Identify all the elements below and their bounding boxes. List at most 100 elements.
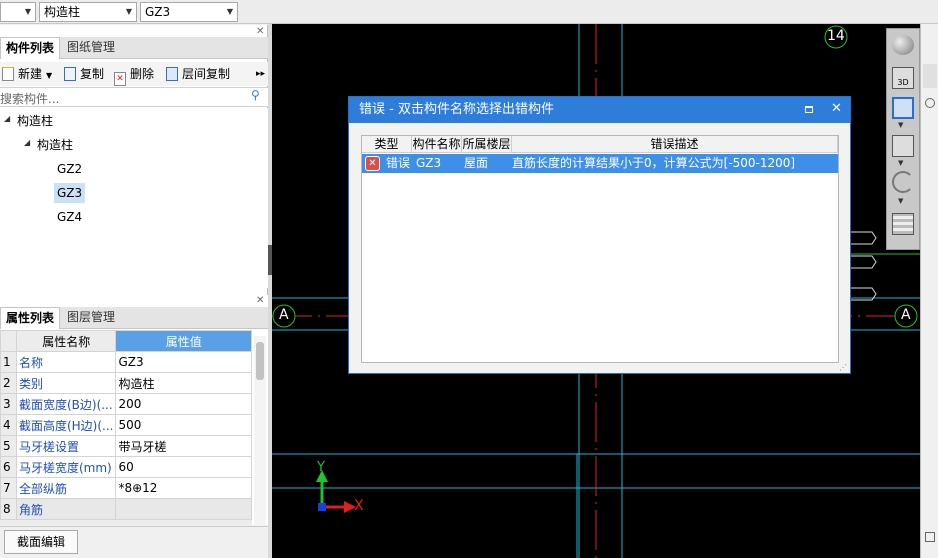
row-number: 3	[0, 393, 17, 415]
property-name: 马牙槎设置	[15, 435, 117, 457]
layer-view-icon[interactable]	[892, 213, 914, 235]
chevron-down-icon[interactable]: ▼	[898, 121, 903, 129]
view-toolstrip: 3D ▼ ▼ ▼	[886, 28, 920, 250]
error-dialog: 错误 - 双击构件名称选择出错构件 ✕ 类型 构件名称 所属楼层 错误描述 ✕ …	[348, 96, 851, 374]
property-panel-tabs: 属性列表 图层管理	[0, 307, 268, 329]
ucs-y-label: Y	[317, 460, 325, 475]
property-value[interactable]: 60	[115, 456, 252, 478]
row-number-header	[0, 330, 17, 352]
property-value[interactable]: 带马牙槎	[115, 435, 252, 457]
collapse-triangle-icon[interactable]: ◢	[4, 114, 10, 123]
tree-item-gz4[interactable]: GZ4	[54, 207, 85, 227]
component-panel-tabs: 构件列表 图纸管理	[0, 37, 268, 59]
property-header-row: 属性名称 属性值	[0, 330, 252, 352]
tree-root-node[interactable]: 构造柱	[14, 111, 56, 131]
table-row[interactable]: 6 马牙槎宽度(mm) 60	[0, 456, 252, 478]
component-toolbar: 新建 ▼ 复制 ✕ 删除 层间复制 ▸▸	[0, 62, 268, 86]
tree-item-gz2[interactable]: GZ2	[54, 159, 85, 179]
error-row[interactable]: ✕ 错误 GZ3 屋面 直筋长度的计算结果小于0，计算公式为[-500-1200…	[362, 154, 838, 173]
copy-label: 复制	[80, 67, 105, 81]
floor-copy-button[interactable]: 层间复制	[166, 66, 230, 82]
axis-label-14: 14	[827, 28, 845, 44]
table-row-partial	[0, 519, 252, 525]
property-name-header: 属性名称	[15, 330, 117, 352]
column-header-component[interactable]: 构件名称	[412, 136, 462, 153]
section-edit-button[interactable]: 截面编辑	[4, 530, 78, 554]
table-row[interactable]: 8 角筋	[0, 498, 252, 520]
radio-icon[interactable]	[925, 98, 935, 108]
table-row[interactable]: 5 马牙槎设置 带马牙槎	[0, 435, 252, 457]
error-list: 类型 构件名称 所属楼层 错误描述 ✕ 错误 GZ3 屋面 直筋长度的计算结果小…	[361, 135, 839, 363]
property-value[interactable]: 构造柱	[115, 372, 252, 394]
checkbox[interactable]	[925, 532, 935, 542]
column-header-floor[interactable]: 所属楼层	[462, 136, 512, 153]
column-profile	[848, 255, 877, 269]
new-icon	[2, 67, 14, 81]
dialog-title-bar[interactable]: 错误 - 双击构件名称选择出错构件	[349, 97, 850, 123]
tree-group-node[interactable]: 构造柱	[34, 135, 76, 155]
table-row[interactable]: 3 截面宽度(B边)(... 200	[0, 393, 252, 415]
property-name: 截面高度(H边)(...	[15, 414, 117, 436]
view-3d-icon[interactable]: 3D	[892, 67, 914, 89]
error-component[interactable]: GZ3	[416, 154, 441, 173]
search-icon[interactable]: ⚲	[251, 88, 260, 102]
side-tab[interactable]	[923, 64, 937, 88]
column-header-type[interactable]: 类型	[362, 136, 412, 153]
property-value[interactable]: 200	[115, 393, 252, 415]
chevron-down-icon[interactable]: ▼	[898, 197, 903, 205]
property-value[interactable]	[115, 498, 252, 520]
tab-layer-management[interactable]: 图层管理	[62, 307, 120, 329]
floor-copy-icon	[166, 67, 178, 81]
table-row[interactable]: 7 全部纵筋 *8⊕12	[0, 477, 252, 499]
chevron-down-icon[interactable]: ▼	[898, 159, 903, 167]
tab-property-list[interactable]: 属性列表	[0, 307, 61, 329]
tab-drawing-management[interactable]: 图纸管理	[62, 37, 120, 59]
cube-view-icon[interactable]	[892, 135, 914, 157]
search-input[interactable]: 搜索构件...	[0, 90, 59, 107]
chevron-down-icon: ▼	[46, 71, 53, 80]
delete-icon: ✕	[114, 72, 126, 86]
property-value[interactable]: GZ3	[115, 351, 252, 373]
right-side-panel	[920, 24, 938, 558]
property-value[interactable]: *8⊕12	[115, 477, 252, 499]
row-number: 5	[0, 435, 17, 457]
search-bar: 搜索构件... ⚲	[0, 87, 268, 107]
tab-component-list[interactable]: 构件列表	[0, 37, 61, 59]
delete-label: 删除	[130, 67, 155, 81]
orbit-icon[interactable]	[892, 35, 914, 55]
error-floor: 屋面	[464, 156, 489, 170]
row-number: 7	[0, 477, 17, 499]
delete-button[interactable]: ✕ 删除	[114, 66, 155, 86]
component-type-value: 构造柱	[44, 5, 81, 19]
property-scrollbar[interactable]	[254, 336, 266, 526]
ucs-x-label: X	[354, 498, 364, 514]
floor-combo[interactable]: ▼	[0, 2, 36, 22]
more-tools-button[interactable]: ▸▸	[256, 66, 265, 82]
rotate-icon[interactable]	[892, 171, 914, 193]
component-name-combo[interactable]: GZ3 ▼	[140, 2, 238, 22]
axis-label-a-left: A	[279, 307, 289, 323]
tree-item-gz3[interactable]: GZ3	[54, 183, 86, 203]
scrollbar-thumb[interactable]	[256, 342, 264, 380]
error-icon: ✕	[365, 156, 380, 171]
collapse-triangle-icon[interactable]: ◢	[24, 138, 30, 147]
component-tree: ◢ 构造柱 ◢ 构造柱 GZ2 GZ3 GZ4	[0, 108, 268, 288]
chevron-down-icon: ▼	[226, 7, 233, 16]
property-value-header: 属性值	[115, 330, 252, 352]
resize-grip-icon[interactable]: ⋰	[839, 363, 847, 372]
row-number: 6	[0, 456, 17, 478]
floor-copy-label: 层间复制	[182, 67, 231, 81]
copy-button[interactable]: 复制	[64, 66, 104, 82]
chevron-down-icon: ▼	[125, 7, 132, 16]
table-row[interactable]: 4 截面高度(H边)(... 500	[0, 414, 252, 436]
new-button[interactable]: 新建 ▼	[2, 66, 52, 82]
top-view-icon[interactable]	[892, 97, 914, 119]
property-name: 角筋	[15, 498, 117, 520]
close-icon[interactable]: ✕	[831, 101, 842, 116]
component-type-combo[interactable]: 构造柱 ▼	[39, 2, 137, 22]
table-row[interactable]: 2 类别 构造柱	[0, 372, 252, 394]
column-header-description[interactable]: 错误描述	[512, 136, 838, 153]
table-row[interactable]: 1 名称 GZ3	[0, 351, 252, 373]
maximize-icon[interactable]	[805, 106, 813, 113]
property-value[interactable]: 500	[115, 414, 252, 436]
